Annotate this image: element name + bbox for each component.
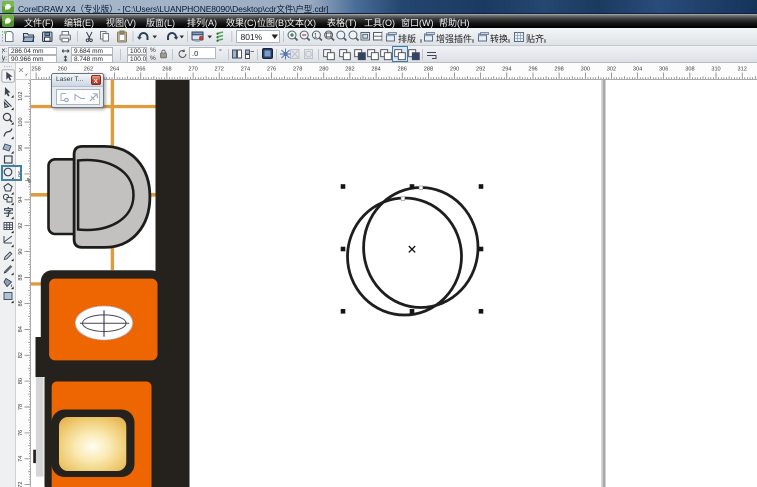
svg-text:266: 266 xyxy=(136,67,145,73)
svg-text:100: 100 xyxy=(18,117,24,126)
svg-text:270: 270 xyxy=(188,67,197,73)
svg-text:282: 282 xyxy=(345,67,354,73)
svg-text:288: 288 xyxy=(423,67,432,73)
svg-text:94: 94 xyxy=(18,197,24,203)
svg-text:268: 268 xyxy=(162,67,171,73)
svg-text:90: 90 xyxy=(18,248,24,254)
svg-text:294: 294 xyxy=(502,67,511,73)
svg-text:278: 278 xyxy=(293,67,302,73)
svg-text:272: 272 xyxy=(214,67,223,73)
svg-text:76: 76 xyxy=(18,430,24,436)
svg-text:302: 302 xyxy=(606,67,615,73)
svg-text:字: 字 xyxy=(4,206,14,219)
svg-text:310: 310 xyxy=(711,67,720,73)
svg-text:82: 82 xyxy=(18,352,24,358)
svg-text:298: 298 xyxy=(554,67,563,73)
svg-text:296: 296 xyxy=(528,67,537,73)
svg-text:284: 284 xyxy=(371,67,380,73)
svg-text:264: 264 xyxy=(109,67,118,73)
svg-text:286: 286 xyxy=(397,67,406,73)
svg-text:74: 74 xyxy=(18,456,24,462)
svg-text:300: 300 xyxy=(580,67,589,73)
svg-text:88: 88 xyxy=(18,274,24,280)
svg-text:98: 98 xyxy=(18,145,24,151)
svg-text:280: 280 xyxy=(319,67,328,73)
svg-text:276: 276 xyxy=(266,67,275,73)
svg-text:84: 84 xyxy=(18,326,24,332)
svg-text:72: 72 xyxy=(18,482,24,487)
svg-text:102: 102 xyxy=(18,92,24,101)
svg-text:258: 258 xyxy=(31,67,40,73)
svg-text:262: 262 xyxy=(83,67,92,73)
svg-text:304: 304 xyxy=(632,67,641,73)
svg-text:86: 86 xyxy=(18,300,24,306)
svg-text:308: 308 xyxy=(685,67,694,73)
svg-text:292: 292 xyxy=(476,67,485,73)
svg-text:80: 80 xyxy=(18,378,24,384)
svg-text:274: 274 xyxy=(240,67,249,73)
svg-text:306: 306 xyxy=(659,67,668,73)
svg-text:78: 78 xyxy=(18,404,24,410)
svg-text:312: 312 xyxy=(737,67,746,73)
svg-text:260: 260 xyxy=(57,67,66,73)
svg-text:290: 290 xyxy=(449,67,458,73)
svg-text:92: 92 xyxy=(18,223,24,229)
